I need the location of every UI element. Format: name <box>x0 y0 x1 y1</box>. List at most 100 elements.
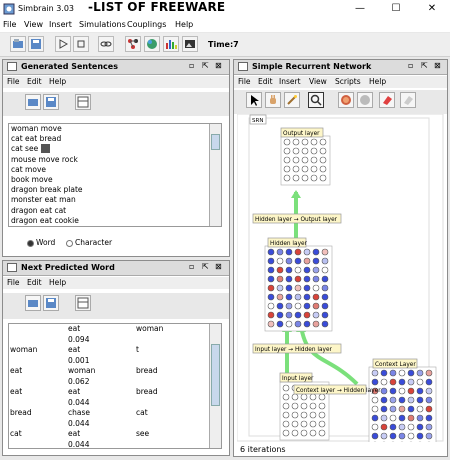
network-canvas[interactable]: SRN Output layer Hidden layer → Output lay… <box>236 113 444 453</box>
minimize-icon[interactable]: ▫ <box>189 61 194 70</box>
randomize-button[interactable] <box>357 92 373 108</box>
menu-edit[interactable]: Edit <box>258 77 273 86</box>
erase-button[interactable] <box>379 92 395 108</box>
scrollbar-thumb[interactable] <box>211 344 220 406</box>
menu-insert[interactable]: Insert <box>49 20 72 29</box>
menu-edit[interactable]: Edit <box>27 278 42 287</box>
image-icon <box>185 40 195 48</box>
list-item[interactable]: cat eat bread <box>9 134 221 144</box>
predicted-titlebar[interactable]: Next Predicted Word ▫ ⇱ ⊠ <box>3 261 229 276</box>
list-item[interactable]: dragon eat cat <box>9 206 221 216</box>
neuron <box>285 275 293 283</box>
radio-word[interactable]: Word <box>27 238 55 247</box>
prediction-scrollbar[interactable] <box>209 324 221 448</box>
maximize-icon[interactable]: ⇱ <box>202 61 209 70</box>
minimize-icon[interactable]: ▫ <box>408 61 413 70</box>
wand-tool-button[interactable] <box>284 92 300 108</box>
neuron <box>282 411 290 419</box>
menu-couplings[interactable]: Couplings <box>127 20 166 29</box>
stop-button[interactable] <box>73 36 89 52</box>
menu-insert[interactable]: Insert <box>279 77 301 86</box>
menu-help[interactable]: Help <box>49 77 66 86</box>
sentence-scrollbar[interactable] <box>209 124 221 226</box>
save-button[interactable] <box>43 94 59 110</box>
neuron <box>371 432 379 440</box>
neuron <box>321 248 329 256</box>
neuron <box>267 248 275 256</box>
minimize-button[interactable]: — <box>350 2 370 16</box>
generated-sentences-titlebar[interactable]: Generated Sentences ▫ ⇱ ⊠ <box>3 60 229 75</box>
menu-view[interactable]: View <box>309 77 327 86</box>
save-button[interactable] <box>43 295 59 311</box>
radio-character[interactable]: Character <box>66 238 112 247</box>
neuron <box>310 138 318 146</box>
play-button[interactable] <box>55 36 71 52</box>
pan-tool-button[interactable] <box>265 92 281 108</box>
maximize-icon[interactable]: ⇱ <box>421 61 428 70</box>
srn-titlebar[interactable]: Simple Recurrent Network ▫ ⇱ ⊠ <box>234 60 447 75</box>
close-icon[interactable]: ⊠ <box>434 61 441 70</box>
menu-help[interactable]: Help <box>175 20 193 29</box>
close-icon[interactable]: ⊠ <box>215 61 222 70</box>
minimize-icon[interactable]: ▫ <box>189 262 194 271</box>
menu-file[interactable]: File <box>3 20 16 29</box>
menu-help[interactable]: Help <box>49 278 66 287</box>
new-world-button[interactable] <box>144 36 160 52</box>
neuron <box>321 320 329 328</box>
new-chart-button[interactable] <box>163 36 179 52</box>
menu-view[interactable]: View <box>24 20 43 29</box>
clear-button[interactable] <box>400 92 416 108</box>
open-button[interactable] <box>25 295 41 311</box>
list-item[interactable]: dragon eat cookie <box>9 216 221 226</box>
list-item[interactable]: cat see <box>9 144 221 154</box>
neuron <box>319 165 327 173</box>
neuron <box>301 165 309 173</box>
maximize-button[interactable]: ☐ <box>386 2 406 16</box>
context-layer <box>368 366 437 453</box>
new-image-button[interactable] <box>182 36 198 52</box>
close-button[interactable]: ✕ <box>422 2 442 16</box>
prediction-cell: 0.062 <box>68 376 90 386</box>
list-item[interactable]: dragon break plate <box>9 185 221 195</box>
predicted-title: Next Predicted Word <box>21 263 115 272</box>
neuron <box>371 423 379 431</box>
list-item[interactable]: monster eat man <box>9 195 221 205</box>
prediction-cell: eat <box>10 366 23 375</box>
table-button[interactable] <box>75 295 91 311</box>
open-workspace-button[interactable] <box>10 36 26 52</box>
scrollbar-thumb[interactable] <box>211 134 220 150</box>
list-item[interactable]: cat move <box>9 165 221 175</box>
menu-file[interactable]: File <box>7 278 20 287</box>
neuron <box>416 432 424 440</box>
list-item[interactable]: mouse move rock <box>9 155 221 165</box>
context-layer-label: Context Layer <box>375 362 416 368</box>
sentence-list[interactable]: woman move cat eat bread cat see mouse m… <box>8 123 222 227</box>
list-item[interactable]: woman move <box>9 124 221 134</box>
menu-file[interactable]: File <box>7 77 20 86</box>
neuron <box>267 302 275 310</box>
table-button[interactable] <box>75 94 91 110</box>
neuron <box>294 311 302 319</box>
menu-help[interactable]: Help <box>369 77 386 86</box>
hand-icon <box>270 95 276 104</box>
menu-scripts[interactable]: Scripts <box>335 77 361 86</box>
new-network-button[interactable] <box>125 36 141 52</box>
zoom-tool-button[interactable] <box>308 92 324 108</box>
menu-simulations[interactable]: Simulations <box>79 20 126 29</box>
list-item[interactable]: book move <box>9 175 221 185</box>
menu-edit[interactable]: Edit <box>27 77 42 86</box>
menu-file[interactable]: File <box>238 77 251 86</box>
couplings-button[interactable] <box>98 36 114 52</box>
neuron <box>301 138 309 146</box>
save-icon <box>46 97 56 107</box>
save-workspace-button[interactable] <box>28 36 44 52</box>
open-button[interactable] <box>25 94 41 110</box>
maximize-icon[interactable]: ⇱ <box>202 262 209 271</box>
srn-panel: Simple Recurrent Network ▫ ⇱ ⊠ File Edit… <box>233 59 448 457</box>
neuron <box>371 405 379 413</box>
clamp-button[interactable] <box>338 92 354 108</box>
close-icon[interactable]: ⊠ <box>215 262 222 271</box>
neuron <box>283 138 291 146</box>
time-label: Time:7 <box>208 40 239 49</box>
select-tool-button[interactable] <box>246 92 262 108</box>
